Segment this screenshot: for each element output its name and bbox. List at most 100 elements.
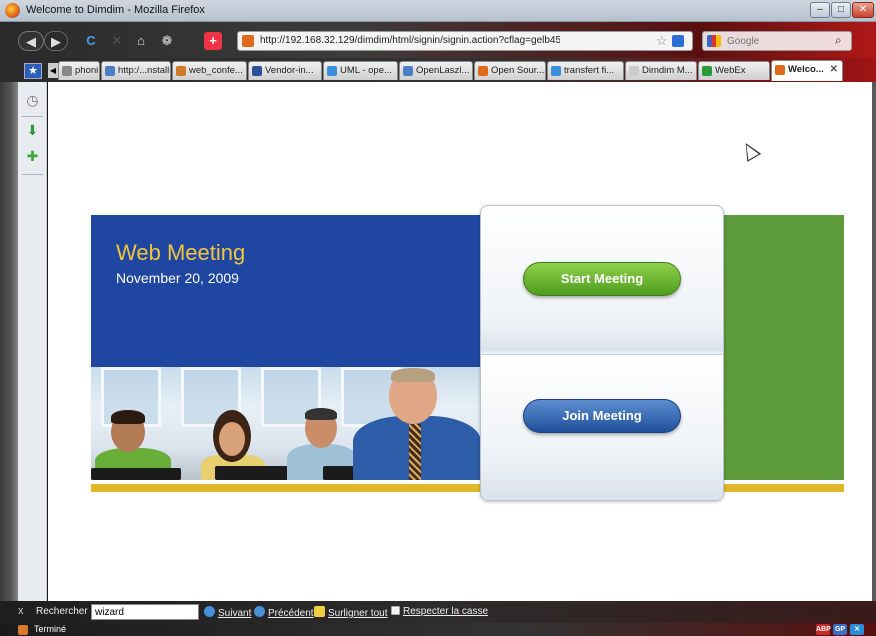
arrow-down-icon — [204, 606, 215, 617]
navigation-toolbar: ◀ ▶ C ✕ ⌂ ❁ + http://192.168.32.129/dimd… — [0, 22, 876, 58]
highlight-all-button[interactable]: Surligner tout — [314, 606, 387, 619]
tab-favicon-icon — [327, 66, 337, 76]
tab-4[interactable]: UML - ope... — [323, 61, 398, 80]
hero-banner — [91, 215, 481, 367]
home-button[interactable]: ⌂ — [130, 31, 152, 51]
minimize-button[interactable]: – — [810, 2, 830, 18]
tab-label: Dimdim M... — [642, 65, 693, 76]
person-hair — [111, 410, 145, 424]
addon-badge[interactable]: GP — [833, 624, 847, 635]
tab-10[interactable]: Welco... ✕ — [771, 60, 843, 81]
bookmarks-sidebar-icon[interactable]: ★ — [24, 63, 42, 79]
tab-favicon-icon — [551, 66, 561, 76]
downloads-icon[interactable]: ⬇ — [24, 122, 41, 139]
adblock-badge[interactable]: ABP — [816, 624, 831, 635]
hero-title: Web Meeting — [116, 240, 246, 265]
find-input[interactable] — [91, 604, 199, 620]
meeting-panel — [480, 205, 724, 501]
window-title: Welcome to Dimdim - Mozilla Firefox — [26, 4, 205, 16]
start-meeting-button[interactable]: Start Meeting — [523, 262, 681, 296]
addons-icon[interactable]: ✚ — [24, 148, 41, 165]
person-figure — [93, 390, 173, 480]
close-window-button[interactable]: ✕ — [852, 2, 874, 18]
title-bar: Welcome to Dimdim - Mozilla Firefox – □ … — [0, 0, 876, 22]
tab-label: http:/...nstall — [118, 65, 170, 76]
tab-favicon-icon — [105, 66, 115, 76]
url-bar[interactable]: http://192.168.32.129/dimdim/html/signin… — [237, 31, 693, 51]
yellow-stripe — [91, 484, 844, 492]
person-tie — [409, 424, 421, 480]
tab-8[interactable]: Dimdim M... — [625, 61, 697, 80]
reload-button[interactable]: C — [80, 31, 102, 51]
tab-label: Open Sour... — [491, 65, 545, 76]
tab-9[interactable]: WebEx — [698, 61, 770, 80]
green-band — [722, 215, 844, 480]
tab-bar: ◀ phoni... http:/...nstall web_confe... Ven… — [0, 58, 876, 82]
history-icon[interactable]: ◷ — [24, 92, 41, 109]
person-hair — [305, 408, 337, 420]
stop-button[interactable]: ✕ — [106, 31, 128, 51]
match-case-checkbox[interactable]: Respecter la casse — [391, 606, 488, 617]
tab-5[interactable]: OpenLaszl... — [399, 61, 473, 80]
maximize-button[interactable]: □ — [831, 2, 851, 18]
join-meeting-button[interactable]: Join Meeting — [523, 399, 681, 433]
search-bar[interactable]: ⌕ — [702, 31, 852, 51]
addon-icon[interactable]: ❁ — [156, 31, 178, 51]
tab-6[interactable]: Open Sour... — [474, 61, 546, 80]
find-label: Rechercher : — [36, 606, 94, 617]
feed-icon[interactable] — [672, 35, 684, 47]
forward-button[interactable]: ▶ — [44, 31, 68, 51]
tab-favicon-icon — [62, 66, 72, 76]
back-button[interactable]: ◀ — [18, 31, 44, 51]
tab-label: Vendor-in... — [265, 65, 314, 76]
addon-plus-button[interactable]: + — [204, 32, 222, 50]
find-previous-label: Précédent — [268, 608, 314, 619]
monitor — [91, 468, 181, 480]
person-hair — [391, 368, 435, 382]
tab-favicon-icon — [775, 65, 785, 75]
tab-favicon-icon — [702, 66, 712, 76]
close-find-bar-button[interactable]: x — [18, 605, 24, 617]
tab-label: WebEx — [715, 65, 746, 76]
addon-badge-x[interactable]: ✕ — [850, 624, 864, 635]
tab-favicon-icon — [176, 66, 186, 76]
sidebar-strip: ◷ ⬇ ✚ — [18, 82, 47, 601]
tab-label: web_confe... — [189, 65, 243, 76]
find-previous-button[interactable]: Précédent — [254, 606, 314, 619]
tab-0[interactable]: phoni... — [58, 61, 100, 80]
tab-favicon-icon — [478, 66, 488, 76]
tab-scroll-left-button[interactable]: ◀ — [48, 63, 58, 78]
window-edge — [872, 82, 876, 601]
search-engine-icon[interactable] — [707, 35, 721, 47]
window-edge — [0, 82, 18, 601]
close-tab-icon[interactable]: ✕ — [830, 61, 838, 79]
find-bar: x Rechercher : Suivant Précédent Surlign… — [0, 601, 876, 623]
hero-photo-people — [91, 367, 481, 480]
page-content: Web Meeting November 20, 2009 Start Meet… — [48, 82, 872, 601]
status-bar: Terminé ABP GP ✕ — [0, 623, 876, 636]
tab-favicon-icon — [403, 66, 413, 76]
arrow-up-icon — [254, 606, 265, 617]
firefox-icon — [5, 3, 20, 18]
tab-label: Welco... — [788, 64, 824, 75]
tab-3[interactable]: Vendor-in... — [248, 61, 322, 80]
person-figure — [353, 367, 481, 480]
bookmark-star-icon[interactable]: ☆ — [656, 33, 668, 49]
highlighter-icon — [314, 606, 325, 617]
highlight-all-label: Surligner tout — [328, 608, 388, 619]
tab-label: UML - ope... — [340, 65, 392, 76]
checkbox-icon — [391, 606, 400, 615]
url-text[interactable]: http://192.168.32.129/dimdim/html/signin… — [260, 35, 560, 46]
search-icon[interactable]: ⌕ — [835, 33, 842, 48]
find-next-button[interactable]: Suivant — [204, 606, 251, 619]
tab-label: phoni... — [75, 65, 99, 76]
sidebar-separator — [22, 174, 43, 175]
tab-favicon-icon — [629, 66, 639, 76]
tab-2[interactable]: web_confe... — [172, 61, 247, 80]
tab-favicon-icon — [252, 66, 262, 76]
match-case-label: Respecter la casse — [403, 606, 489, 617]
tab-7[interactable]: transfert fi... — [547, 61, 624, 80]
search-input[interactable] — [727, 34, 827, 48]
tab-label: transfert fi... — [564, 65, 615, 76]
tab-1[interactable]: http:/...nstall — [101, 61, 171, 80]
